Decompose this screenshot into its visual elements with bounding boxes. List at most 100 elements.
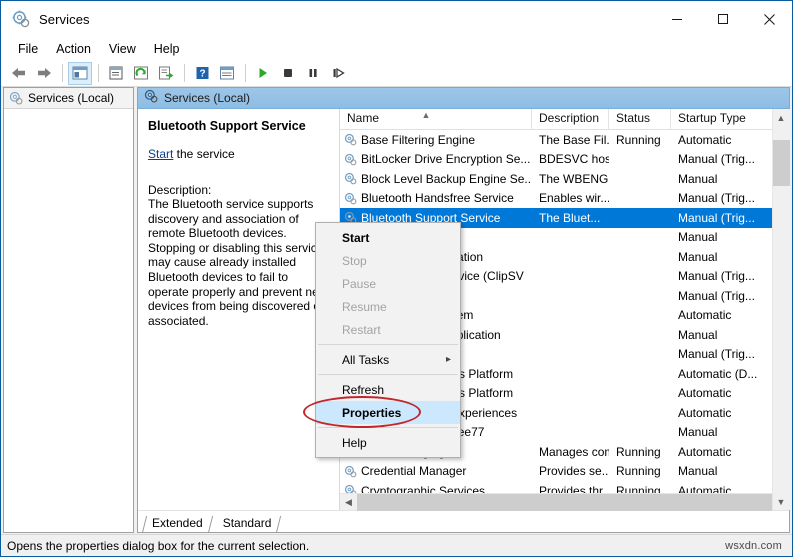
results-pane-content: Bluetooth Support Service Start the serv… — [138, 109, 790, 511]
cell-service-name: BitLocker Drive Encryption Se... — [340, 152, 532, 166]
table-row[interactable]: Base Filtering Engine The Base Fil... Runn… — [340, 130, 772, 150]
tab-extended[interactable]: Extended — [141, 514, 213, 533]
results-pane-title: Services (Local) — [164, 91, 251, 105]
context-menu-pause: Pause — [316, 272, 460, 295]
stop-service-icon[interactable] — [276, 62, 300, 85]
cell-description: BDESVC hos... — [539, 152, 609, 167]
show-hide-console-tree-icon[interactable] — [68, 61, 92, 85]
hscroll-track[interactable] — [357, 493, 772, 511]
context-menu-stop-label: Stop — [342, 253, 367, 268]
context-menu-separator — [318, 344, 458, 345]
hscroll-thumb[interactable] — [357, 493, 772, 511]
cell-startup-type: Automatic — [678, 483, 732, 493]
cell-startup-type: Manual (Trig... — [678, 210, 755, 225]
restart-service-icon[interactable] — [326, 62, 350, 85]
description-label: Description: — [148, 183, 212, 197]
column-header-status[interactable]: Status — [609, 109, 671, 129]
menu-action[interactable]: Action — [47, 39, 100, 59]
toolbar-separator — [62, 64, 63, 82]
scroll-up-icon[interactable]: ▲ — [772, 109, 790, 126]
table-row[interactable]: Block Level Backup Engine Se... The WBENG… — [340, 169, 772, 189]
services-gear-icon — [12, 10, 30, 28]
back-icon[interactable] — [7, 62, 31, 85]
selected-service-title: Bluetooth Support Service — [148, 119, 306, 133]
cell-startup-type: Manual (Trig... — [678, 347, 755, 362]
context-menu-properties[interactable]: Properties — [303, 396, 460, 428]
cell-description: Manages com... — [539, 444, 609, 459]
service-name-label: Base Filtering Engine — [361, 132, 476, 147]
cell-description: The Base Fil... — [539, 132, 609, 147]
cell-status: Running — [616, 464, 661, 479]
cell-service-name: Base Filtering Engine — [340, 133, 532, 147]
tab-standard[interactable]: Standard — [212, 514, 282, 533]
vscroll-thumb[interactable] — [772, 140, 790, 186]
cell-startup-type: Automatic (D... — [678, 366, 758, 381]
submenu-arrow-icon: ▸ — [445, 354, 451, 365]
cell-startup-type: Automatic — [678, 405, 732, 420]
svg-text:?: ? — [199, 69, 205, 80]
cell-description: The WBENG... — [539, 171, 609, 186]
column-header-description[interactable]: Description — [532, 109, 609, 129]
cell-startup-type: Manual — [678, 425, 718, 440]
status-bar-text: Opens the properties dialog box for the … — [7, 538, 310, 553]
vertical-scrollbar[interactable]: ▲ ▼ — [772, 109, 790, 510]
start-service-icon[interactable] — [251, 62, 275, 85]
help-icon[interactable]: ? — [190, 62, 214, 85]
context-menu-resume-label: Resume — [342, 299, 387, 314]
cell-description: Provides se... — [539, 464, 609, 479]
maximize-button[interactable] — [700, 2, 746, 36]
service-gear-icon — [344, 172, 357, 185]
main-body: Services (Local) Services (Local) Blueto… — [1, 87, 792, 534]
tree-body[interactable] — [4, 109, 133, 532]
menu-file[interactable]: File — [9, 39, 47, 59]
service-gear-icon — [344, 133, 357, 146]
menu-help[interactable]: Help — [145, 39, 189, 59]
refresh-icon[interactable] — [129, 62, 153, 85]
service-detail-panel: Bluetooth Support Service Start the serv… — [138, 109, 340, 510]
properties-icon[interactable] — [104, 62, 128, 85]
vscroll-track[interactable] — [772, 126, 790, 493]
service-action-suffix: the service — [173, 147, 235, 161]
cell-startup-type: Manual — [678, 464, 718, 479]
cell-startup-type: Manual — [678, 327, 718, 342]
service-action-line: Start the service — [148, 147, 331, 161]
column-header-name[interactable]: ▲ Name — [340, 109, 532, 129]
context-menu-separator — [318, 427, 458, 428]
cell-startup-type: Manual (Trig... — [678, 288, 755, 303]
export-list-icon[interactable] — [154, 62, 178, 85]
close-button[interactable] — [746, 2, 792, 36]
service-name-label: BitLocker Drive Encryption Se... — [361, 152, 531, 167]
start-service-link[interactable]: Start — [148, 147, 173, 161]
table-row[interactable]: BitLocker Drive Encryption Se... BDESVC h… — [340, 150, 772, 170]
table-row[interactable]: Bluetooth Handsfree Service Enables wir..… — [340, 189, 772, 209]
context-menu-all-tasks-label: All Tasks — [342, 352, 390, 367]
menu-view[interactable]: View — [100, 39, 145, 59]
results-pane-header: Services (Local) — [138, 88, 789, 109]
context-menu[interactable]: Start Stop Pause Resume Restart All Tasks ▸ Ref… — [303, 222, 461, 458]
table-row[interactable]: Credential Manager Provides se... Running M… — [340, 462, 772, 482]
cell-description: Enables wir... — [539, 191, 609, 206]
cell-startup-type: Automatic — [678, 444, 732, 459]
service-gear-icon — [344, 465, 357, 478]
context-menu-start[interactable]: Start — [316, 226, 460, 249]
column-header-name-label: Name — [347, 111, 380, 125]
context-menu-help[interactable]: Help — [316, 431, 460, 454]
cell-service-name: Cryptographic Services — [340, 484, 532, 493]
minimize-button[interactable] — [654, 2, 700, 36]
context-menu-all-tasks[interactable]: All Tasks ▸ — [316, 348, 460, 371]
context-menu-refresh[interactable]: Refresh — [316, 378, 460, 401]
tree-item-services-local[interactable]: Services (Local) — [4, 88, 133, 109]
pause-service-icon[interactable] — [301, 62, 325, 85]
column-header-startup-type[interactable]: Startup Type — [671, 109, 772, 129]
scroll-left-icon[interactable]: ◀ — [340, 494, 357, 511]
sort-ascending-icon: ▲ — [421, 110, 431, 120]
table-row[interactable]: Cryptographic Services Provides thr... Run… — [340, 481, 772, 493]
view-list-icon[interactable] — [215, 62, 239, 85]
scroll-down-icon[interactable]: ▼ — [772, 493, 790, 510]
tree-root-label: Services (Local) — [28, 91, 115, 105]
context-menu-restart: Restart — [316, 318, 460, 341]
forward-icon[interactable] — [32, 62, 56, 85]
title-bar: Services — [1, 1, 792, 37]
horizontal-scrollbar[interactable]: ◀ — [340, 493, 772, 511]
cell-description: Provides thr... — [539, 483, 609, 493]
